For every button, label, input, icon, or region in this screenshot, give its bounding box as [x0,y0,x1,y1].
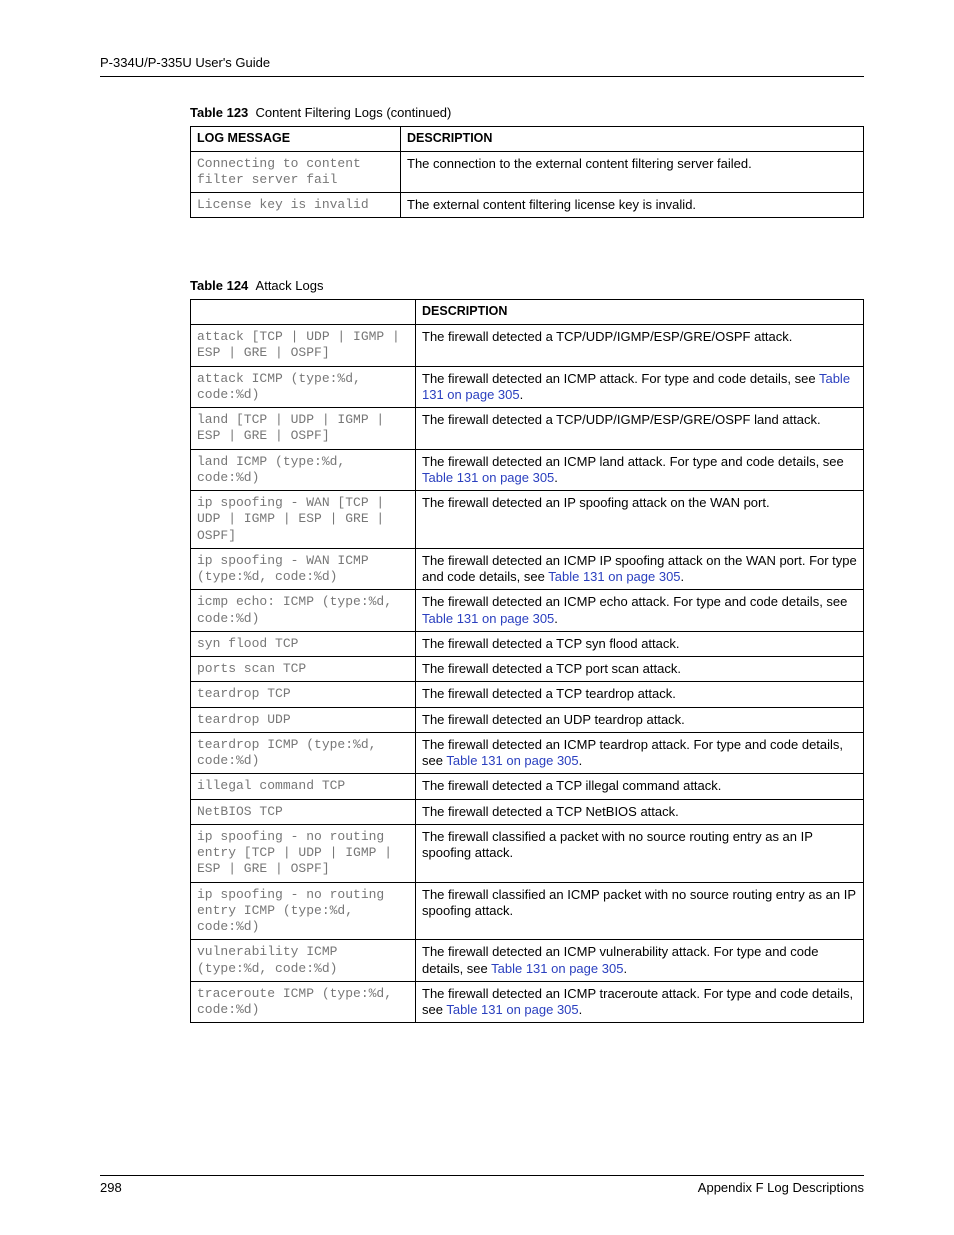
desc-text: The firewall detected an ICMP echo attac… [422,594,847,609]
cross-reference-link[interactable]: Table 131 on page 305 [446,1002,578,1017]
table-row: teardrop ICMP (type:%d, code:%d)The fire… [191,732,864,774]
log-message-cell: syn flood TCP [191,631,416,656]
log-message-cell: icmp echo: ICMP (type:%d, code:%d) [191,590,416,632]
table-row: attack [TCP | UDP | IGMP | ESP | GRE | O… [191,325,864,367]
log-message-cell: teardrop ICMP (type:%d, code:%d) [191,732,416,774]
desc-text: . [579,753,583,768]
description-cell: The firewall detected an ICMP IP spoofin… [416,548,864,590]
log-message-cell: land [TCP | UDP | IGMP | ESP | GRE | OSP… [191,408,416,450]
description-cell: The firewall detected an IP spoofing att… [416,491,864,549]
cross-reference-link[interactable]: Table 131 on page 305 [446,753,578,768]
desc-text: . [579,1002,583,1017]
running-header: P-334U/P-335U User's Guide [100,55,864,77]
footer-section: Appendix F Log Descriptions [698,1180,864,1195]
description-cell: The firewall detected a TCP illegal comm… [416,774,864,799]
log-message-cell: attack ICMP (type:%d, code:%d) [191,366,416,408]
table-123: LOG MESSAGE DESCRIPTION Connecting to co… [190,126,864,218]
table-row: land [TCP | UDP | IGMP | ESP | GRE | OSP… [191,408,864,450]
description-cell: The firewall detected a TCP/UDP/IGMP/ESP… [416,408,864,450]
page-footer: 298 Appendix F Log Descriptions [100,1175,864,1195]
col-header-log: LOG MESSAGE [191,127,401,152]
desc-text: . [554,611,558,626]
log-message-cell: teardrop UDP [191,707,416,732]
description-cell: The firewall detected an ICMP teardrop a… [416,732,864,774]
table-row: attack ICMP (type:%d, code:%d) The firewa… [191,366,864,408]
log-message-cell: ip spoofing - WAN [TCP | UDP | IGMP | ES… [191,491,416,549]
description-cell: The firewall detected a TCP NetBIOS atta… [416,799,864,824]
log-message-cell: ip spoofing - no routing entry ICMP (typ… [191,882,416,940]
caption-text: Content Filtering Logs (continued) [256,105,452,120]
description-cell: The external content filtering license k… [401,193,864,218]
log-message-cell: vulnerability ICMP (type:%d, code:%d) [191,940,416,982]
description-cell: The firewall detected an ICMP echo attac… [416,590,864,632]
table-header-row: DESCRIPTION [191,300,864,325]
description-cell: The firewall detected an UDP teardrop at… [416,707,864,732]
table-row: NetBIOS TCPThe firewall detected a TCP N… [191,799,864,824]
page: P-334U/P-335U User's Guide Table 123 Con… [0,0,954,1235]
table-row: land ICMP (type:%d, code:%d) The firewall… [191,449,864,491]
description-cell: The connection to the external content f… [401,151,864,193]
log-message-cell: land ICMP (type:%d, code:%d) [191,449,416,491]
log-message-cell: NetBIOS TCP [191,799,416,824]
cross-reference-link[interactable]: Table 131 on page 305 [491,961,623,976]
log-message-cell: Connecting to content filter server fail [191,151,401,193]
table-123-caption: Table 123 Content Filtering Logs (contin… [190,105,864,120]
desc-text: . [554,470,558,485]
table-124-caption: Table 124 Attack Logs [190,278,864,293]
col-header-desc: DESCRIPTION [401,127,864,152]
table-row: Connecting to content filter server fail… [191,151,864,193]
table-row: ip spoofing - no routing entry ICMP (typ… [191,882,864,940]
table-124: DESCRIPTION attack [TCP | UDP | IGMP | E… [190,299,864,1023]
table-row: traceroute ICMP (type:%d, code:%d)The fi… [191,981,864,1023]
cross-reference-link[interactable]: Table 131 on page 305 [422,470,554,485]
log-message-cell: attack [TCP | UDP | IGMP | ESP | GRE | O… [191,325,416,367]
col-header-desc: DESCRIPTION [416,300,864,325]
table-row: ip spoofing - no routing entry [TCP | UD… [191,824,864,882]
caption-number: Table 124 [190,278,248,293]
log-message-cell: ports scan TCP [191,657,416,682]
table-row: icmp echo: ICMP (type:%d, code:%d) The fi… [191,590,864,632]
desc-text: The firewall detected an ICMP land attac… [422,454,844,469]
log-message-cell: illegal command TCP [191,774,416,799]
caption-number: Table 123 [190,105,248,120]
cross-reference-link[interactable]: Table 131 on page 305 [422,611,554,626]
page-number: 298 [100,1180,122,1195]
col-header-log [191,300,416,325]
description-cell: The firewall detected an ICMP traceroute… [416,981,864,1023]
description-cell: The firewall detected an ICMP attack. Fo… [416,366,864,408]
log-message-cell: ip spoofing - no routing entry [TCP | UD… [191,824,416,882]
description-cell: The firewall detected a TCP/UDP/IGMP/ESP… [416,325,864,367]
log-message-cell: ip spoofing - WAN ICMP (type:%d, code:%d… [191,548,416,590]
cross-reference-link[interactable]: Table 131 on page 305 [548,569,680,584]
table-row: teardrop UDPThe firewall detected an UDP… [191,707,864,732]
table-row: ip spoofing - WAN [TCP | UDP | IGMP | ES… [191,491,864,549]
description-cell: The firewall classified an ICMP packet w… [416,882,864,940]
table-row: syn flood TCPThe firewall detected a TCP… [191,631,864,656]
desc-text: . [623,961,627,976]
description-cell: The firewall classified a packet with no… [416,824,864,882]
desc-text: . [681,569,685,584]
table-row: ip spoofing - WAN ICMP (type:%d, code:%d… [191,548,864,590]
caption-text: Attack Logs [256,278,324,293]
description-cell: The firewall detected a TCP syn flood at… [416,631,864,656]
description-cell: The firewall detected an ICMP vulnerabil… [416,940,864,982]
log-message-cell: License key is invalid [191,193,401,218]
table-row: illegal command TCPThe firewall detected… [191,774,864,799]
log-message-cell: teardrop TCP [191,682,416,707]
table-row: License key is invalidThe external conte… [191,193,864,218]
description-cell: The firewall detected a TCP port scan at… [416,657,864,682]
table-row: vulnerability ICMP (type:%d, code:%d)The… [191,940,864,982]
description-cell: The firewall detected an ICMP land attac… [416,449,864,491]
description-cell: The firewall detected a TCP teardrop att… [416,682,864,707]
table-header-row: LOG MESSAGE DESCRIPTION [191,127,864,152]
log-message-cell: traceroute ICMP (type:%d, code:%d) [191,981,416,1023]
table-row: teardrop TCPThe firewall detected a TCP … [191,682,864,707]
desc-text: . [520,387,524,402]
table-row: ports scan TCPThe firewall detected a TC… [191,657,864,682]
desc-text: The firewall detected an ICMP attack. Fo… [422,371,819,386]
